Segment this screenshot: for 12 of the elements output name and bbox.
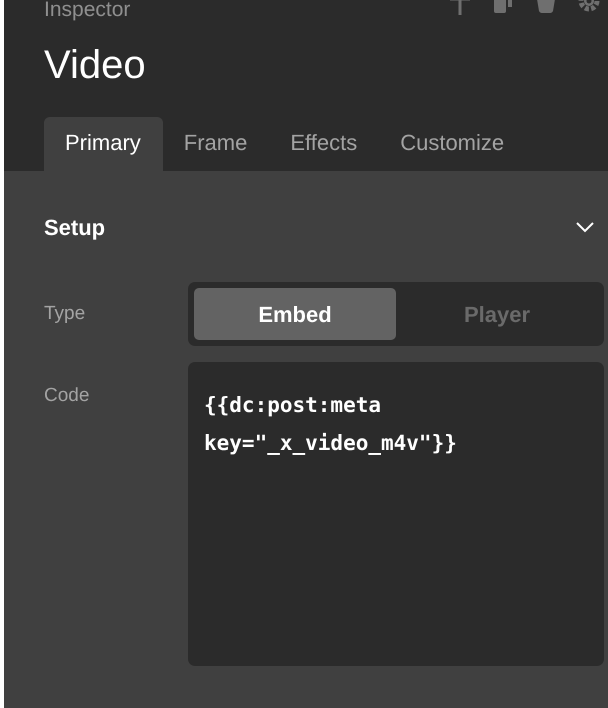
- tab[interactable]: Frame: [162, 117, 270, 171]
- code-field[interactable]: {{dc:post:meta key="_x_video_m4v"}}: [188, 362, 604, 666]
- segment-option[interactable]: Embed: [194, 288, 396, 340]
- panel-title: Video: [44, 42, 147, 89]
- tab[interactable]: Primary: [44, 117, 163, 171]
- field-label: Type: [44, 302, 86, 326]
- panel-label: Inspector: [44, 0, 130, 23]
- section-title: Setup: [44, 214, 106, 242]
- tab[interactable]: Customize: [379, 117, 526, 171]
- chevron-icon[interactable]: [576, 222, 594, 233]
- tab[interactable]: Effects: [269, 117, 380, 171]
- field-label: Code: [44, 384, 90, 408]
